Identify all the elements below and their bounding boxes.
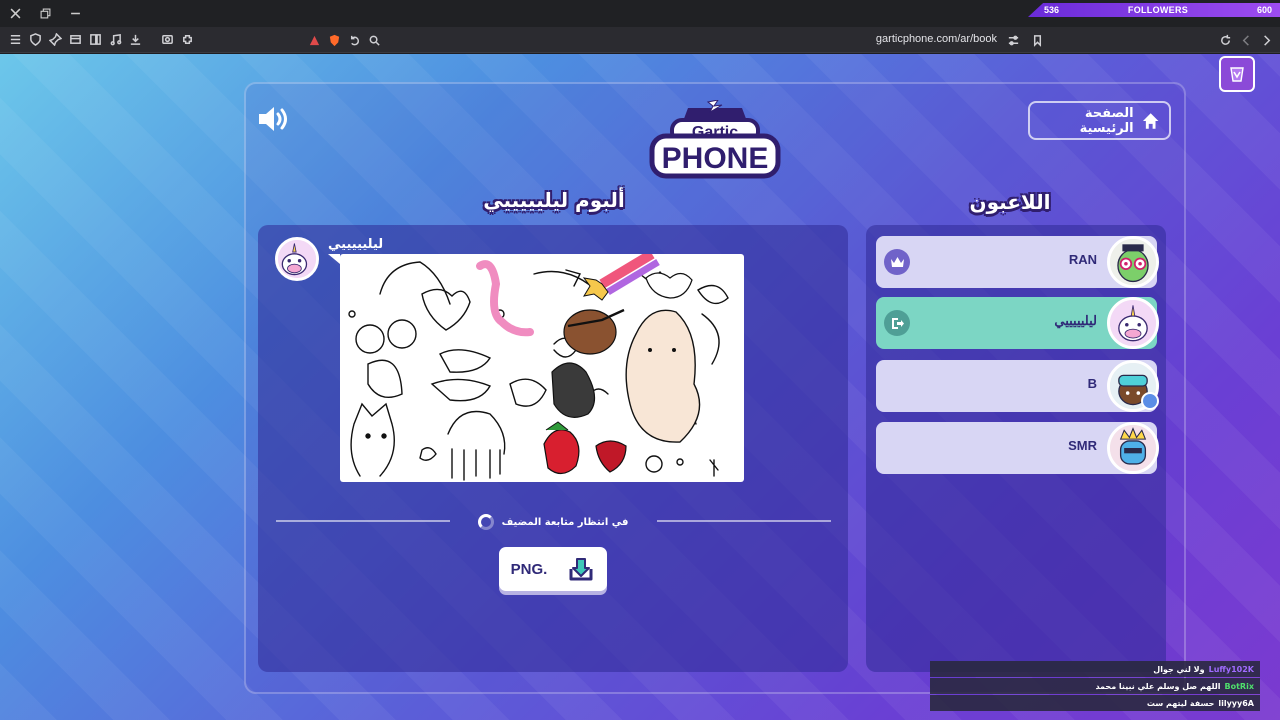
player-name: B bbox=[1087, 376, 1097, 391]
bookmark-icon[interactable] bbox=[1027, 30, 1047, 50]
download-png-button[interactable]: PNG. bbox=[499, 547, 607, 591]
stream-chat-overlay: Luffy102K ولا لني جوال BotRix اللهم صل و… bbox=[930, 661, 1260, 711]
back-history-icon[interactable] bbox=[344, 30, 364, 50]
png-label: PNG. bbox=[510, 560, 548, 578]
chat-message: lilyyy6A حسفة ليتهم ست bbox=[930, 695, 1260, 711]
sidebar-icon[interactable] bbox=[85, 30, 105, 50]
loading-spinner-icon bbox=[477, 514, 494, 530]
extension-cup-icon[interactable] bbox=[1219, 56, 1255, 92]
minimize-window-icon[interactable] bbox=[60, 0, 90, 27]
close-window-icon[interactable] bbox=[0, 0, 30, 27]
search-icon[interactable] bbox=[364, 30, 384, 50]
chat-message: Luffy102K ولا لني جوال bbox=[930, 661, 1260, 677]
address-bar[interactable]: garticphone.com/ar/book bbox=[304, 30, 1049, 50]
chat-text: ولا لني جوال bbox=[1153, 664, 1205, 674]
followers-goal: 600 bbox=[1256, 5, 1272, 15]
gartic-phone-logo: Gartic PHONE bbox=[649, 100, 781, 179]
shield-icon[interactable] bbox=[25, 30, 45, 50]
reload-icon[interactable] bbox=[1215, 30, 1235, 50]
pin-icon[interactable] bbox=[45, 30, 65, 50]
player-avatar bbox=[1107, 297, 1159, 349]
menu-icon[interactable] bbox=[5, 30, 25, 50]
player-row-active[interactable]: ليليييييي bbox=[876, 297, 1159, 349]
back-icon[interactable] bbox=[1236, 30, 1256, 50]
exit-icon bbox=[884, 310, 910, 336]
author-name: ليليييييي bbox=[328, 237, 384, 252]
player-row[interactable]: RAN bbox=[876, 236, 1159, 288]
chat-user: lilyyy6A bbox=[1218, 698, 1254, 708]
brave-rewards-icon[interactable] bbox=[304, 30, 324, 50]
download-icon bbox=[569, 558, 593, 581]
brave-shield-icon[interactable] bbox=[324, 30, 344, 50]
player-row[interactable]: B bbox=[876, 360, 1159, 412]
download-icon[interactable] bbox=[125, 30, 145, 50]
player-name: SMR bbox=[1068, 438, 1097, 453]
restore-window-icon[interactable] bbox=[30, 0, 60, 27]
site-settings-icon[interactable] bbox=[1003, 30, 1023, 50]
doodle-drawing bbox=[348, 254, 729, 481]
music-icon[interactable] bbox=[105, 30, 125, 50]
tabs-icon[interactable] bbox=[65, 30, 85, 50]
browser-titlebar: 536 FOLLOWERS 600 bbox=[0, 0, 1280, 27]
chat-text: اللهم صل وسلم علي نبينا محمد bbox=[1095, 681, 1221, 691]
divider-right bbox=[657, 520, 831, 522]
game-page: Gartic PHONE الصفحة الرئيسية ألبوم ليليي… bbox=[0, 54, 1280, 720]
drawing-card bbox=[328, 254, 744, 482]
home-button[interactable]: الصفحة الرئيسية bbox=[1028, 101, 1171, 140]
waiting-text: في انتظار متابعة المضيف bbox=[501, 516, 629, 528]
album-title: ألبوم ليليييييي bbox=[483, 188, 625, 212]
followers-label: FOLLOWERS bbox=[1127, 5, 1189, 15]
chat-text: حسفة ليتهم ست bbox=[1146, 698, 1215, 708]
author-avatar bbox=[275, 237, 319, 281]
chat-message: BotRix اللهم صل وسلم علي نبينا محمد bbox=[930, 678, 1260, 694]
chat-user: BotRix bbox=[1224, 681, 1254, 691]
forward-icon[interactable] bbox=[1256, 30, 1276, 50]
crown-icon bbox=[884, 249, 910, 275]
home-button-label: الصفحة الرئيسية bbox=[1079, 105, 1134, 136]
logo-bottom-text: PHONE bbox=[662, 142, 769, 175]
player-avatar bbox=[1107, 422, 1159, 474]
player-name: RAN bbox=[1068, 252, 1097, 267]
player-avatar bbox=[1107, 236, 1159, 288]
chat-user: Luffy102K bbox=[1208, 664, 1254, 674]
logo-top-text: Gartic bbox=[692, 124, 738, 141]
user-icon bbox=[1141, 392, 1159, 410]
screenshot-icon[interactable] bbox=[157, 30, 177, 50]
followers-current: 536 bbox=[1044, 5, 1060, 15]
sound-icon[interactable] bbox=[256, 104, 292, 134]
players-title: اللاعبون bbox=[969, 190, 1051, 214]
player-row[interactable]: SMR bbox=[876, 422, 1159, 474]
url-text[interactable]: garticphone.com/ar/book bbox=[876, 33, 997, 45]
followers-goal-bar: 536 FOLLOWERS 600 bbox=[1028, 3, 1280, 17]
divider-left bbox=[276, 520, 450, 522]
home-icon bbox=[1142, 112, 1159, 129]
extensions-icon[interactable] bbox=[177, 30, 197, 50]
waiting-status: في انتظار متابعة المضيف bbox=[450, 513, 656, 531]
player-name: ليليييييي bbox=[1054, 313, 1097, 328]
